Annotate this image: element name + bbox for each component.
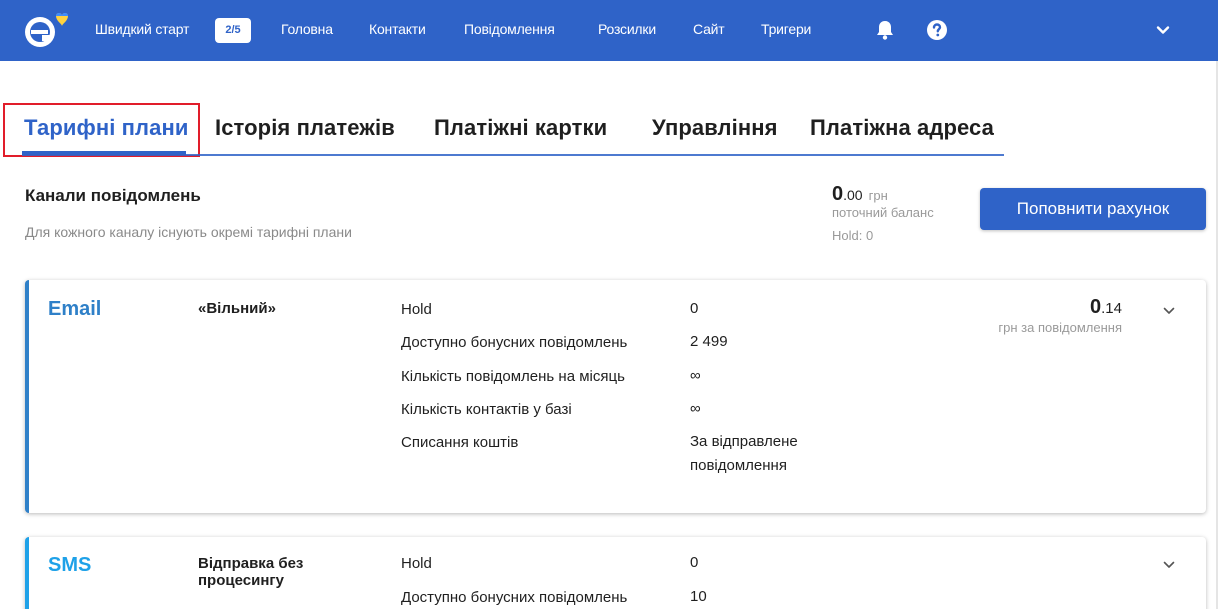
nav-item-messages[interactable]: Повідомлення (464, 0, 555, 61)
nav-item-home[interactable]: Головна (281, 0, 333, 61)
tab-payment-cards[interactable]: Платіжні картки (434, 115, 607, 141)
channel-name: Email (48, 298, 102, 320)
row-value-charging: За відправлене повідомлення (690, 433, 798, 474)
channels-title: Канали повідомлень (25, 186, 201, 205)
balance-hold: Hold: 0 (832, 228, 874, 243)
quick-start-link[interactable]: Швидкий старт (95, 0, 189, 61)
tab-payment-history[interactable]: Історія платежів (215, 115, 395, 141)
nav-item-triggers[interactable]: Тригери (761, 0, 811, 61)
row-label-hold: Hold (401, 555, 432, 572)
plan-name: Відправка без процесингу (198, 555, 304, 589)
expand-chevron-icon[interactable] (1162, 558, 1176, 572)
row-label-contacts: Кількість контактів у базі (401, 401, 572, 418)
row-label-charging: Списання коштів (401, 434, 519, 451)
logo-icon[interactable] (20, 10, 80, 50)
current-balance: 0.00 грн (832, 183, 888, 206)
row-label-hold: Hold (401, 301, 432, 318)
quick-start-progress-badge[interactable]: 2/5 (215, 18, 251, 43)
price-label: грн за повідомлення (998, 320, 1122, 335)
row-label-bonus: Доступно бонусних повідомлень (401, 589, 628, 606)
nav-item-campaigns[interactable]: Розсилки (598, 0, 656, 61)
plan-name: «Вільний» (198, 300, 276, 317)
nav-item-contacts[interactable]: Контакти (369, 0, 426, 61)
channels-subtitle: Для кожного каналу існують окремі тарифн… (25, 224, 352, 240)
channel-card-email: Email «Вільний» Hold 0 Доступно бонусних… (25, 280, 1206, 513)
top-up-button[interactable]: Поповнити рахунок (980, 188, 1206, 230)
balance-fraction: .00 (843, 187, 863, 203)
channel-name: SMS (48, 554, 92, 576)
active-tab-indicator (22, 151, 186, 155)
price-integer: 0 (1090, 296, 1102, 318)
help-icon[interactable] (925, 18, 949, 42)
price-fraction: .14 (1101, 300, 1122, 317)
nav-item-site[interactable]: Сайт (693, 0, 725, 61)
row-value-bonus: 10 (690, 588, 707, 605)
top-navbar: Швидкий старт 2/5 Головна Контакти Повід… (0, 0, 1218, 61)
row-value-monthly-messages: ∞ (690, 367, 701, 384)
row-value-hold: 0 (690, 554, 699, 571)
price-per-message: 0.14 (1090, 296, 1122, 319)
bell-icon[interactable] (873, 18, 897, 42)
row-value-bonus: 2 499 (690, 333, 728, 350)
row-value-contacts: ∞ (690, 400, 701, 417)
row-value-hold: 0 (690, 300, 699, 317)
tab-management[interactable]: Управління (652, 115, 778, 141)
tab-tariff-plans[interactable]: Тарифні плани (24, 115, 188, 141)
row-label-monthly-messages: Кількість повідомлень на місяць (401, 368, 625, 385)
tab-billing-address[interactable]: Платіжна адреса (810, 115, 994, 141)
channel-card-sms: SMS Відправка без процесингу Hold 0 Дост… (25, 537, 1206, 609)
row-label-bonus: Доступно бонусних повідомлень (401, 334, 628, 351)
balance-currency: грн (868, 188, 888, 203)
chevron-down-icon[interactable] (1155, 22, 1171, 38)
balance-integer: 0 (832, 183, 844, 205)
expand-chevron-icon[interactable] (1162, 304, 1176, 318)
balance-label: поточний баланс (832, 205, 934, 220)
